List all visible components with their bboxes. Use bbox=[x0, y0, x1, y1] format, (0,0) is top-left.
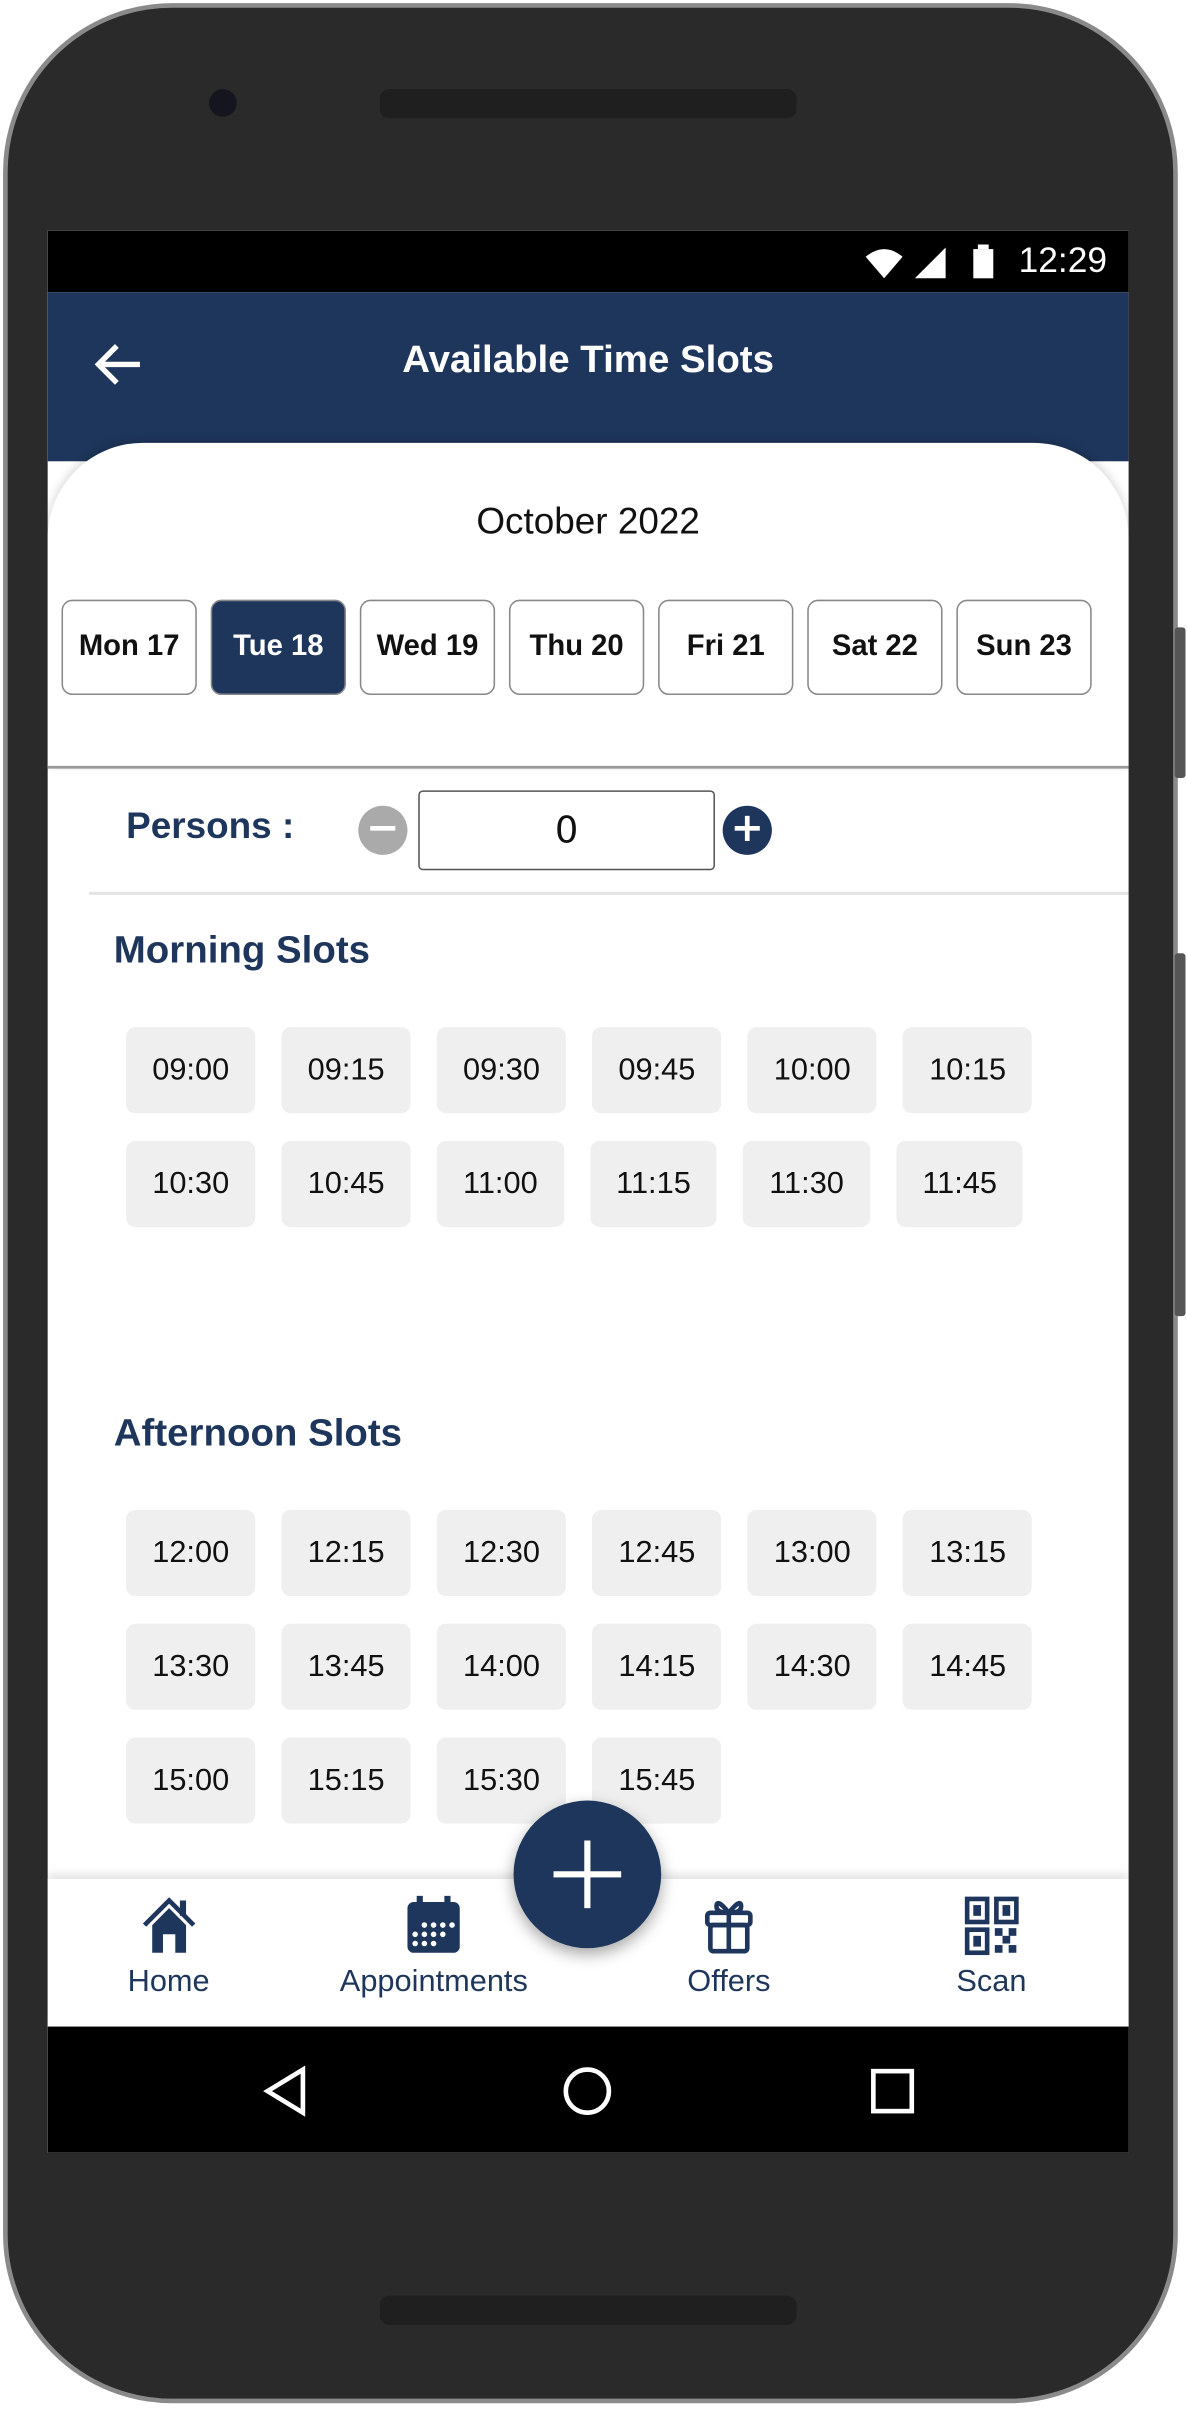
home-icon bbox=[142, 1897, 195, 1953]
time-slot[interactable]: 12:15 bbox=[281, 1509, 411, 1597]
wifi-icon bbox=[865, 249, 903, 279]
time-slot[interactable]: 13:00 bbox=[747, 1509, 877, 1597]
top-speaker bbox=[379, 89, 797, 119]
battery-icon bbox=[973, 249, 994, 279]
time-slot[interactable]: 10:30 bbox=[126, 1140, 256, 1228]
time-slot[interactable]: 09:45 bbox=[592, 1027, 722, 1114]
time-slot[interactable]: 15:15 bbox=[281, 1737, 411, 1824]
app-bar: Available Time Slots bbox=[47, 292, 1129, 462]
day-mon-17[interactable]: Mon 17 bbox=[61, 599, 197, 695]
morning-slots: 09:00 09:15 09:30 09:45 10:00 10:15 10:30 10:45… bbox=[126, 1027, 1079, 1228]
time-slot[interactable]: 10:00 bbox=[747, 1027, 877, 1114]
device-frame: 12:29 Available Time Slots October 2022 … bbox=[0, 0, 1187, 2409]
time-slot[interactable]: 10:15 bbox=[903, 1027, 1033, 1114]
nav-scan[interactable]: Scan bbox=[956, 1894, 1026, 2000]
time-slot[interactable]: 14:15 bbox=[592, 1623, 722, 1710]
time-slot[interactable]: 14:30 bbox=[747, 1623, 877, 1710]
afternoon-slots-heading: Afternoon Slots bbox=[113, 1411, 403, 1455]
time-slot[interactable]: 13:45 bbox=[281, 1623, 411, 1710]
home-circle-icon bbox=[563, 2067, 612, 2115]
gift-icon bbox=[705, 1900, 753, 1954]
slots-list[interactable]: Morning Slots 09:00 09:15 09:30 09:45 10:00 1… bbox=[48, 895, 1129, 1879]
day-sun-23[interactable]: Sun 23 bbox=[956, 599, 1092, 695]
time-slot[interactable]: 09:30 bbox=[436, 1027, 567, 1114]
time-slot[interactable]: 14:00 bbox=[436, 1623, 567, 1710]
time-slot[interactable]: 09:15 bbox=[281, 1027, 411, 1114]
persons-input[interactable]: 0 bbox=[418, 790, 715, 871]
increment-button[interactable]: + bbox=[722, 805, 772, 855]
date-picker-card: October 2022 Mon 17 Tue 18 Wed 19 Thu 20… bbox=[47, 442, 1129, 769]
persons-label: Persons : bbox=[126, 805, 295, 848]
calendar-icon bbox=[407, 1895, 460, 1953]
bottom-speaker bbox=[379, 2295, 797, 2325]
nav-scan-label: Scan bbox=[956, 1965, 1027, 1999]
time-slot[interactable]: 14:45 bbox=[903, 1623, 1033, 1710]
time-slot[interactable]: 15:00 bbox=[126, 1737, 256, 1824]
morning-slots-heading: Morning Slots bbox=[113, 928, 371, 972]
time-slot[interactable]: 13:30 bbox=[126, 1623, 256, 1710]
time-slot[interactable]: 11:00 bbox=[436, 1140, 564, 1228]
minus-icon: − bbox=[366, 805, 400, 852]
decrement-button[interactable]: − bbox=[358, 805, 408, 855]
time-slot[interactable]: 12:45 bbox=[592, 1509, 722, 1597]
day-thu-20[interactable]: Thu 20 bbox=[508, 599, 645, 695]
day-wed-19[interactable]: Wed 19 bbox=[359, 599, 496, 695]
time-slot[interactable]: 11:45 bbox=[896, 1140, 1024, 1228]
camera bbox=[209, 89, 237, 117]
time-slot[interactable]: 11:15 bbox=[589, 1140, 717, 1228]
nav-offers[interactable]: Offers bbox=[687, 1894, 770, 2000]
add-fab-button[interactable] bbox=[513, 1800, 662, 1949]
time-slot[interactable]: 09:00 bbox=[126, 1027, 256, 1114]
persons-row: Persons : − 0 + bbox=[48, 769, 1129, 892]
time-slot[interactable]: 10:45 bbox=[281, 1140, 411, 1228]
month-label: October 2022 bbox=[476, 501, 700, 543]
day-tue-18[interactable]: Tue 18 bbox=[210, 599, 346, 695]
time-slot[interactable]: 12:30 bbox=[436, 1509, 567, 1597]
page-title: Available Time Slots bbox=[402, 338, 774, 382]
qr-code-icon bbox=[964, 1896, 1019, 1956]
signal-icon bbox=[914, 247, 946, 279]
nav-offers-label: Offers bbox=[687, 1965, 771, 1999]
status-bar: 12:29 bbox=[47, 230, 1129, 293]
recents-square-icon bbox=[871, 2068, 915, 2114]
time-slot[interactable]: 15:30 bbox=[436, 1737, 567, 1824]
time-slot[interactable]: 13:15 bbox=[903, 1509, 1033, 1597]
time-slot[interactable]: 12:00 bbox=[126, 1509, 256, 1597]
nav-home-label: Home bbox=[127, 1965, 210, 1999]
nav-appointments-label: Appointments bbox=[339, 1965, 528, 1999]
plus-icon: + bbox=[730, 805, 765, 852]
day-sat-22[interactable]: Sat 22 bbox=[807, 599, 943, 695]
status-time: 12:29 bbox=[1018, 239, 1108, 280]
time-slot[interactable]: 11:30 bbox=[743, 1140, 871, 1228]
nav-appointments[interactable]: Appointments bbox=[340, 1894, 528, 2000]
screen: 12:29 Available Time Slots October 2022 … bbox=[47, 230, 1129, 2153]
system-navigation-bar bbox=[47, 2026, 1129, 2153]
nav-home[interactable]: Home bbox=[128, 1894, 210, 2000]
system-nav-icons bbox=[263, 2065, 915, 2117]
volume-button bbox=[1174, 627, 1186, 779]
power-button bbox=[1174, 953, 1186, 1317]
status-icons bbox=[865, 244, 994, 279]
back-triangle-icon bbox=[263, 2065, 306, 2117]
day-selector: Mon 17 Tue 18 Wed 19 Thu 20 Fri 21 Sat 2… bbox=[61, 599, 1092, 695]
afternoon-slots: 12:00 12:15 12:30 12:45 13:00 13:15 13:30 13:45… bbox=[126, 1509, 1079, 1824]
day-fri-21[interactable]: Fri 21 bbox=[658, 599, 794, 695]
